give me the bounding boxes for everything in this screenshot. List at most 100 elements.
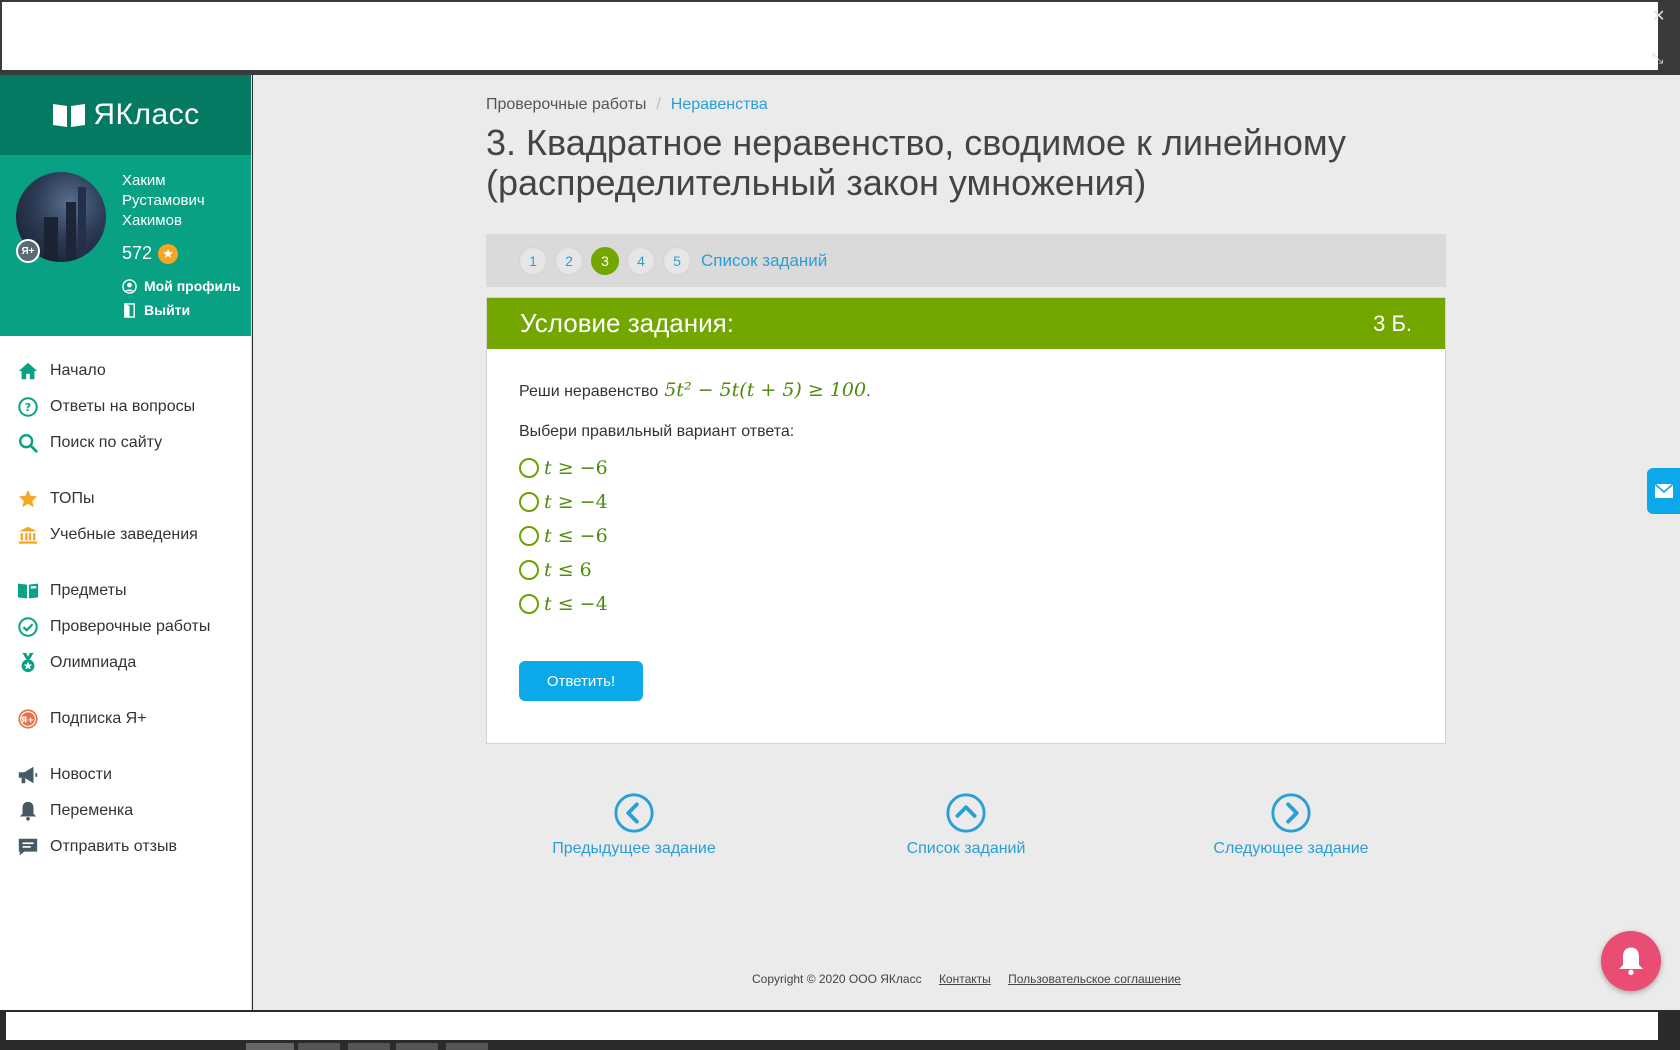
task-header-title: Условие задания: [520,308,734,338]
page-5-button[interactable]: 5 [663,246,691,275]
sidebar-item-label: ТОПы [50,490,95,507]
institution-icon [18,526,38,544]
task-pagination: 1 2 3 4 5 Список заданий [486,234,1446,287]
bell-icon [19,801,37,821]
task-list-label: Список заданий [906,840,1026,857]
brand-logo[interactable]: ЯКласс [0,75,251,155]
bell-icon [1619,947,1643,975]
radio-button[interactable] [519,560,539,580]
answer-option[interactable]: t ≥ −4 [519,485,1413,519]
page-2-button[interactable]: 2 [555,246,583,275]
answer-option[interactable]: t ≤ −6 [519,519,1413,553]
answer-option[interactable]: t ≥ −6 [519,451,1413,485]
previous-task-label: Предыдущее задание [552,840,716,857]
submit-answer-button[interactable]: Ответить! [519,661,643,701]
task-list-button[interactable]: Список заданий [894,792,1038,858]
nav-group-3: Предметы Проверочные работы Олимпиада [0,573,251,681]
next-task-button[interactable]: Следующее задание [1206,792,1376,858]
bottom-blank-area [6,1012,1658,1040]
sidebar-item-label: Проверочные работы [50,618,211,635]
my-profile-label: Мой профиль [144,278,241,294]
breadcrumb-parent[interactable]: Проверочные работы [486,96,646,113]
page-4-button[interactable]: 4 [627,246,655,275]
sidebar-item-label: Поиск по сайту [50,434,163,451]
sidebar-item-schools[interactable]: Учебные заведения [0,517,251,553]
breadcrumb: Проверочные работы / Неравенства [486,96,768,114]
sidebar-item-feedback[interactable]: Отправить отзыв [0,829,251,865]
sidebar-item-label: Отправить отзыв [50,838,177,855]
task-card: Условие задания: 3 Б. Реши неравенство 5… [486,297,1446,744]
option-math: t ≥ −4 [544,491,608,513]
star-icon [18,489,38,508]
taskbar-thumb[interactable] [246,1043,294,1050]
radio-button[interactable] [519,594,539,614]
sidebar-item-home[interactable]: Начало [0,353,251,389]
radio-button[interactable] [519,458,539,478]
comment-icon [18,838,38,856]
logout-link[interactable]: Выйти [122,302,190,318]
close-icon[interactable]: ✕ [1652,6,1665,26]
sidebar-item-subscription[interactable]: Я+ Подписка Я+ [0,701,251,737]
user-agreement-link[interactable]: Пользовательское соглашение [1008,972,1181,986]
user-name[interactable]: Хаким Рустамович Хакимов [122,171,247,231]
taskbar-thumb[interactable] [348,1043,390,1050]
answer-option[interactable]: t ≤ 6 [519,553,1413,587]
check-circle-icon [18,617,38,637]
my-profile-link[interactable]: Мой профиль [122,278,241,294]
sidebar-item-subjects[interactable]: Предметы [0,573,251,609]
breadcrumb-current[interactable]: Неравенства [671,96,768,113]
task-header: Условие задания: 3 Б. [487,298,1445,349]
top-blank-area [2,2,1658,70]
sidebar-item-label: Новости [50,766,112,783]
statement-math: 5t² − 5t(t + 5) ≥ 100 [664,379,867,401]
nav-group-5: Новости Переменка Отправить отзыв [0,757,251,865]
chevron-left-circle-icon [614,793,654,833]
chevron-up-circle-icon [946,793,986,833]
user-circle-icon [122,278,137,294]
taskbar-thumb[interactable] [446,1043,488,1050]
nav-group-1: Начало ? Ответы на вопросы Поиск по сайт… [0,353,251,461]
page-1-button[interactable]: 1 [519,246,547,275]
user-profile-panel: Я+ Хаким Рустамович Хакимов 572 ★ Мой пр… [0,155,251,336]
svg-text:Я+: Я+ [21,715,34,725]
sidebar-item-label: Начало [50,362,106,379]
radio-button[interactable] [519,492,539,512]
sidebar-item-olympiad[interactable]: Олимпиада [0,645,251,681]
page-3-button[interactable]: 3 [591,246,619,275]
sidebar: ЯКласс Я+ Хаким Рустамович Хакимов 572 ★… [0,75,252,1010]
taskbar-thumb[interactable] [298,1043,340,1050]
next-task-label: Следующее задание [1213,840,1369,857]
sidebar-item-label: Подписка Я+ [50,710,147,727]
envelope-icon [1654,484,1673,498]
sidebar-item-tops[interactable]: ТОПы [0,481,251,517]
sidebar-item-search[interactable]: Поиск по сайту [0,425,251,461]
home-icon [18,362,38,380]
sidebar-item-break[interactable]: Переменка [0,793,251,829]
top-window-bar: ✕ ⤡ [0,0,1680,75]
feedback-mail-tab[interactable] [1647,468,1680,514]
collapse-icon[interactable]: ⤡ [1652,50,1663,67]
points-value: 572 [122,243,153,263]
megaphone-icon [18,766,38,784]
task-list-link[interactable]: Список заданий [701,251,827,271]
sidebar-item-answers[interactable]: ? Ответы на вопросы [0,389,251,425]
previous-task-button[interactable]: Предыдущее задание [549,792,719,858]
svg-text:?: ? [25,401,31,414]
radio-button[interactable] [519,526,539,546]
sidebar-item-label: Олимпиада [50,654,137,671]
page-footer: Copyright © 2020 ООО ЯКласс Контакты Пол… [253,972,1680,986]
task-points: 3 Б. [1373,310,1412,336]
book-icon [17,583,39,599]
main-content: Проверочные работы / Неравенства 3. Квадра… [253,75,1680,1010]
nav-group-2: ТОПы Учебные заведения [0,481,251,553]
contacts-link[interactable]: Контакты [939,972,991,986]
chevron-right-circle-icon [1271,793,1311,833]
option-math: t ≤ −6 [544,525,608,547]
sidebar-item-tests[interactable]: Проверочные работы [0,609,251,645]
taskbar-thumb[interactable] [396,1043,438,1050]
sidebar-nav: Начало ? Ответы на вопросы Поиск по сайт… [0,336,251,865]
notifications-button[interactable] [1601,931,1661,991]
answer-option[interactable]: t ≤ −4 [519,587,1413,621]
sidebar-item-news[interactable]: Новости [0,757,251,793]
user-points: 572 ★ [122,243,179,264]
